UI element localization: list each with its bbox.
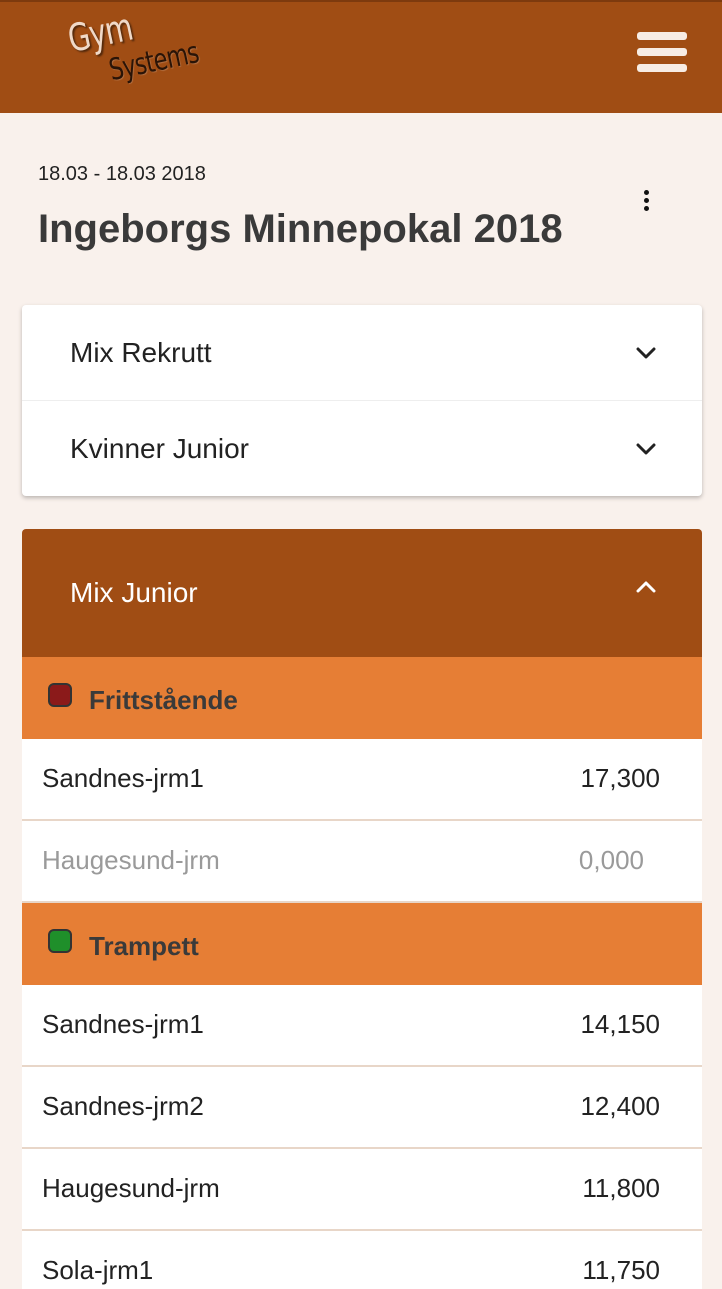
apparatus-status-icon [48, 683, 72, 707]
event-date-range: 18.03 - 18.03 2018 [38, 163, 206, 185]
chevron-down-icon [636, 443, 656, 455]
apparatus-header-trampett: Trampett [22, 903, 702, 985]
chevron-down-icon [636, 347, 656, 359]
team-score: 11,800 [582, 1173, 660, 1203]
class-header-mix-junior[interactable]: Mix Junior [22, 529, 702, 657]
class-expanded-mix-junior: Mix Junior Frittstående Sandnes-jrm1 17,… [22, 529, 702, 1289]
kebab-dot [643, 206, 649, 211]
class-label: Kvinner Junior [70, 433, 249, 464]
menu-bar [637, 64, 687, 72]
apparatus-status-icon [48, 929, 72, 953]
result-row[interactable]: Sandnes-jrm2 12,400 [22, 1067, 702, 1149]
team-name: Haugesund-jrm [42, 845, 220, 875]
apparatus-header-frittstaende: Frittstående [22, 657, 702, 739]
team-score: 14,150 [580, 1009, 660, 1039]
result-row[interactable]: Sola-jrm1 11,750 [22, 1231, 702, 1289]
class-item-kvinner-junior[interactable]: Kvinner Junior [22, 401, 702, 496]
result-row[interactable]: Haugesund-jrm 11,800 [22, 1149, 702, 1231]
gymsystems-logo[interactable]: Gym Systems [64, 5, 224, 108]
kebab-menu-icon[interactable] [635, 190, 657, 218]
result-row[interactable]: Sandnes-jrm1 17,300 [22, 739, 702, 821]
apparatus-name: Frittstående [89, 685, 238, 715]
class-label: Mix Rekrutt [70, 337, 212, 368]
team-score: 12,400 [580, 1091, 660, 1121]
team-score: 11,750 [582, 1255, 660, 1285]
team-name: Haugesund-jrm [42, 1173, 220, 1203]
class-label: Mix Junior [70, 577, 198, 608]
team-score: 0,000 [578, 845, 644, 875]
team-name: Sola-jrm1 [42, 1255, 154, 1285]
team-name: Sandnes-jrm2 [42, 1091, 204, 1121]
chevron-up-icon [636, 581, 656, 593]
class-accordion: Mix Rekrutt Kvinner Junior [22, 305, 702, 496]
hamburger-menu-icon[interactable] [637, 32, 687, 74]
result-row[interactable]: Sandnes-jrm1 14,150 [22, 985, 702, 1067]
kebab-dot [643, 190, 649, 195]
kebab-dot [643, 198, 649, 203]
class-item-mix-rekrutt[interactable]: Mix Rekrutt [22, 305, 702, 401]
event-title: Ingeborgs Minnepokal 2018 [38, 207, 563, 251]
menu-bar [637, 48, 687, 56]
menu-bar [637, 32, 687, 40]
team-name: Sandnes-jrm1 [42, 763, 204, 793]
app-header: Gym Systems [0, 0, 722, 113]
result-row[interactable]: Haugesund-jrm 0,000 [22, 821, 702, 903]
team-name: Sandnes-jrm1 [42, 1009, 204, 1039]
team-score: 17,300 [580, 763, 660, 793]
apparatus-name: Trampett [89, 931, 199, 961]
